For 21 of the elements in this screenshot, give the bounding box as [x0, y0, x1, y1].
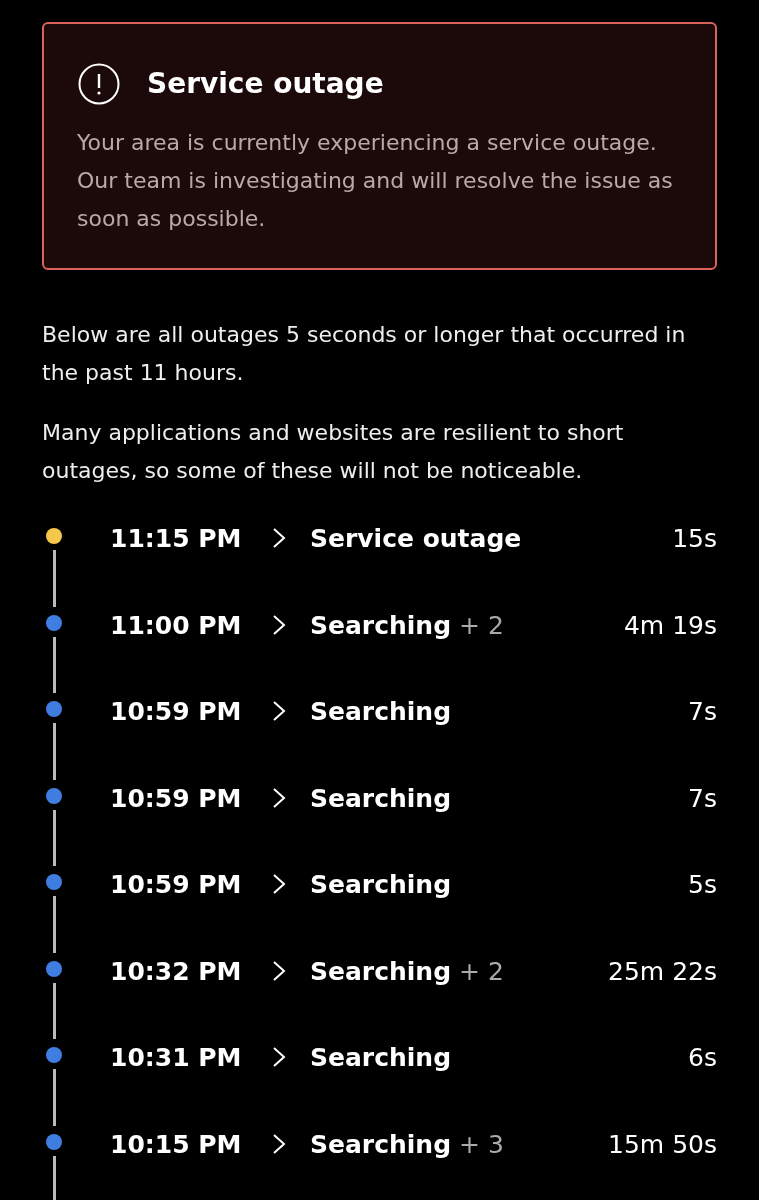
chevron-right-icon — [272, 613, 286, 636]
chevron-right-icon — [272, 959, 286, 982]
outage-row[interactable]: 10:59 PM Searching 7s — [110, 779, 717, 820]
chevron-right-icon — [272, 700, 286, 722]
outage-row[interactable]: 10:31 PM Searching 6s — [110, 1039, 717, 1079]
info-paragraph: Many applications and websites are resilient to short outages, so some of these will not be noticeable. — [42, 419, 625, 485]
info-paragraph: Below are all outages 5 seconds or longer that occurred in the past 11 hours. — [42, 321, 687, 387]
outage-row[interactable]: 10:15 PM Searching + 3 15m 50s — [110, 1125, 717, 1166]
outage-row[interactable]: 10:32 PM Searching + 2 25m 22s — [110, 952, 717, 993]
alert-message: Your area is currently experiencing a service outage. Our team is investigating and will resolve the issue as soon as possible. — [77, 129, 674, 233]
chevron-right-icon — [272, 1046, 286, 1068]
alert-title: Service outage — [147, 66, 384, 102]
chevron-right-icon — [272, 527, 286, 549]
chevron-right-icon — [272, 786, 286, 809]
outage-row[interactable]: 10:59 PM Searching 7s — [110, 693, 717, 733]
outage-row[interactable]: 11:00 PM Searching + 2 4m 19s — [110, 606, 717, 647]
chevron-right-icon — [272, 873, 286, 895]
outage-row[interactable]: 10:59 PM Searching 5s — [110, 866, 717, 906]
chevron-right-icon — [272, 1132, 286, 1155]
exclamation-circle-icon — [77, 62, 121, 106]
outage-row[interactable]: 11:15 PM Service outage 15s — [110, 520, 717, 560]
